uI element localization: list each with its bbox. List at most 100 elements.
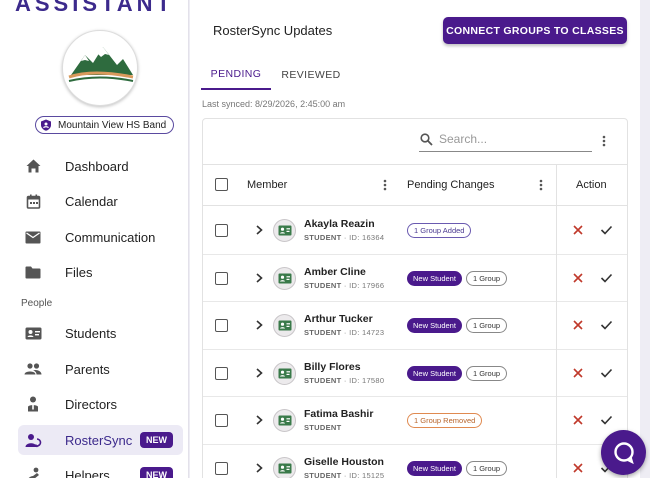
member-id: · ID: 14723 xyxy=(343,328,385,337)
approve-icon[interactable] xyxy=(600,414,613,426)
approve-icon[interactable] xyxy=(600,319,613,331)
row-checkbox[interactable] xyxy=(215,224,228,237)
page-title: RosterSync Updates xyxy=(213,23,333,38)
sidebar-item-label: Students xyxy=(65,325,117,341)
reject-icon[interactable] xyxy=(572,462,584,474)
row-checkbox[interactable] xyxy=(215,461,228,475)
sidebar-item-rostersync[interactable]: RosterSync NEW xyxy=(18,425,183,455)
connect-groups-button[interactable]: CONNECT GROUPS TO CLASSES xyxy=(443,17,627,44)
new-badge: NEW xyxy=(140,432,173,448)
member-role: STUDENT xyxy=(304,233,342,242)
table-row[interactable]: Arthur Tucker STUDENT · ID: 14723 New St… xyxy=(203,302,627,350)
avatar xyxy=(273,219,296,242)
member-column-menu-icon[interactable] xyxy=(378,178,392,192)
avatar xyxy=(273,409,296,432)
chevron-right-icon[interactable] xyxy=(253,224,265,236)
table-row[interactable]: Fatima Bashir STUDENT 1 Group Removed xyxy=(203,397,627,445)
member-name[interactable]: Giselle Houston xyxy=(304,456,384,468)
director-icon xyxy=(24,395,42,413)
sidebar-item-directors[interactable]: Directors xyxy=(18,389,183,419)
change-chip: 1 Group xyxy=(465,318,508,333)
member-subtitle: STUDENT · ID: 17966 xyxy=(304,281,384,290)
member-subtitle: STUDENT · ID: 16364 xyxy=(304,233,384,242)
column-header-member[interactable]: Member xyxy=(247,165,287,205)
reject-icon[interactable] xyxy=(572,319,584,331)
roster-sync-icon xyxy=(24,431,42,449)
member-id: · ID: 17580 xyxy=(343,375,385,385)
approve-icon[interactable] xyxy=(600,272,613,284)
sidebar-item-dashboard[interactable]: Dashboard xyxy=(18,151,183,181)
member-name[interactable]: Fatima Bashir xyxy=(304,408,373,420)
search-input[interactable] xyxy=(439,130,589,148)
tab-reviewed[interactable]: REVIEWED xyxy=(275,60,347,90)
tab-pending[interactable]: PENDING xyxy=(201,60,271,90)
approve-icon[interactable] xyxy=(600,367,613,379)
calendar-icon xyxy=(24,192,42,210)
member-subtitle: STUDENT · ID: 14723 xyxy=(304,328,384,337)
pending-changes: New Student 1 Group xyxy=(407,318,508,333)
sidebar-item-label: Files xyxy=(65,264,93,280)
sidebar-item-files[interactable]: Files xyxy=(18,257,183,287)
select-all-checkbox[interactable] xyxy=(215,178,228,191)
row-checkbox[interactable] xyxy=(215,271,228,285)
sidebar-item-helpers[interactable]: Helpers NEW xyxy=(18,460,183,478)
column-divider xyxy=(556,164,557,478)
chevron-right-icon[interactable] xyxy=(253,462,265,474)
avatar xyxy=(273,314,296,337)
table-options-icon[interactable] xyxy=(597,134,611,148)
sidebar-item-label: Communication xyxy=(65,229,156,245)
column-header-pending-changes[interactable]: Pending Changes xyxy=(407,165,494,205)
chevron-right-icon[interactable] xyxy=(253,319,265,331)
sidebar-item-label: Dashboard xyxy=(65,158,129,174)
change-chip: New Student xyxy=(407,318,462,333)
id-card-icon xyxy=(24,324,42,342)
sidebar-item-label: Parents xyxy=(65,361,110,377)
reject-icon[interactable] xyxy=(572,367,584,379)
reject-icon[interactable] xyxy=(572,272,584,284)
sidebar-item-calendar[interactable]: Calendar xyxy=(18,186,183,216)
chevron-right-icon[interactable] xyxy=(253,414,265,426)
search-icon xyxy=(420,133,433,146)
pending-changes: New Student 1 Group xyxy=(407,365,508,381)
reject-icon[interactable] xyxy=(572,224,584,236)
folder-icon xyxy=(24,263,42,281)
help-chat-button[interactable] xyxy=(601,430,646,475)
sidebar-item-students[interactable]: Students xyxy=(18,318,183,348)
change-chip: 1 Group Removed xyxy=(407,413,483,428)
pending-changes: 1 Group Added xyxy=(407,223,472,238)
approve-icon[interactable] xyxy=(600,224,613,236)
member-id: · ID: 17966 xyxy=(343,280,385,290)
row-checkbox[interactable] xyxy=(215,319,228,332)
tab-bar: PENDING REVIEWED xyxy=(201,60,631,90)
table-row[interactable]: Amber Cline STUDENT · ID: 17966 New Stud… xyxy=(203,255,627,302)
member-name[interactable]: Arthur Tucker xyxy=(304,313,373,325)
member-name[interactable]: Billy Flores xyxy=(304,361,361,373)
table-row[interactable]: Akayla Reazin STUDENT · ID: 16364 1 Grou… xyxy=(203,207,627,255)
search-field[interactable] xyxy=(419,128,592,152)
member-role: STUDENT xyxy=(304,328,342,337)
row-checkbox[interactable] xyxy=(215,414,228,427)
row-checkbox[interactable] xyxy=(215,366,228,380)
sidebar-item-label: Helpers xyxy=(65,467,110,478)
table-row[interactable]: Billy Flores STUDENT · ID: 17580 New Stu… xyxy=(203,350,627,397)
last-synced-text: Last synced: 8/29/2026, 2:45:00 am xyxy=(202,99,346,109)
reject-icon[interactable] xyxy=(572,414,584,426)
avatar xyxy=(273,266,296,290)
avatar xyxy=(273,361,296,385)
home-icon xyxy=(24,157,42,175)
chevron-right-icon[interactable] xyxy=(253,272,265,284)
sidebar-item-communication[interactable]: Communication xyxy=(18,222,183,252)
section-label-people: People xyxy=(21,298,53,309)
main-panel: RosterSync Updates CONNECT GROUPS TO CLA… xyxy=(190,0,640,478)
people-icon xyxy=(24,360,42,378)
member-name[interactable]: Akayla Reazin xyxy=(304,218,375,230)
mail-icon xyxy=(24,228,42,246)
table-row[interactable]: Giselle Houston STUDENT · ID: 15125 New … xyxy=(203,445,627,478)
chevron-right-icon[interactable] xyxy=(253,367,265,379)
sidebar-item-parents[interactable]: Parents xyxy=(18,354,183,384)
org-logo xyxy=(62,30,138,106)
org-selector[interactable]: Mountain View HS Band xyxy=(35,116,175,134)
member-name[interactable]: Amber Cline xyxy=(304,266,366,278)
pending-column-menu-icon[interactable] xyxy=(534,178,548,192)
sidebar-item-label: Directors xyxy=(65,396,118,412)
